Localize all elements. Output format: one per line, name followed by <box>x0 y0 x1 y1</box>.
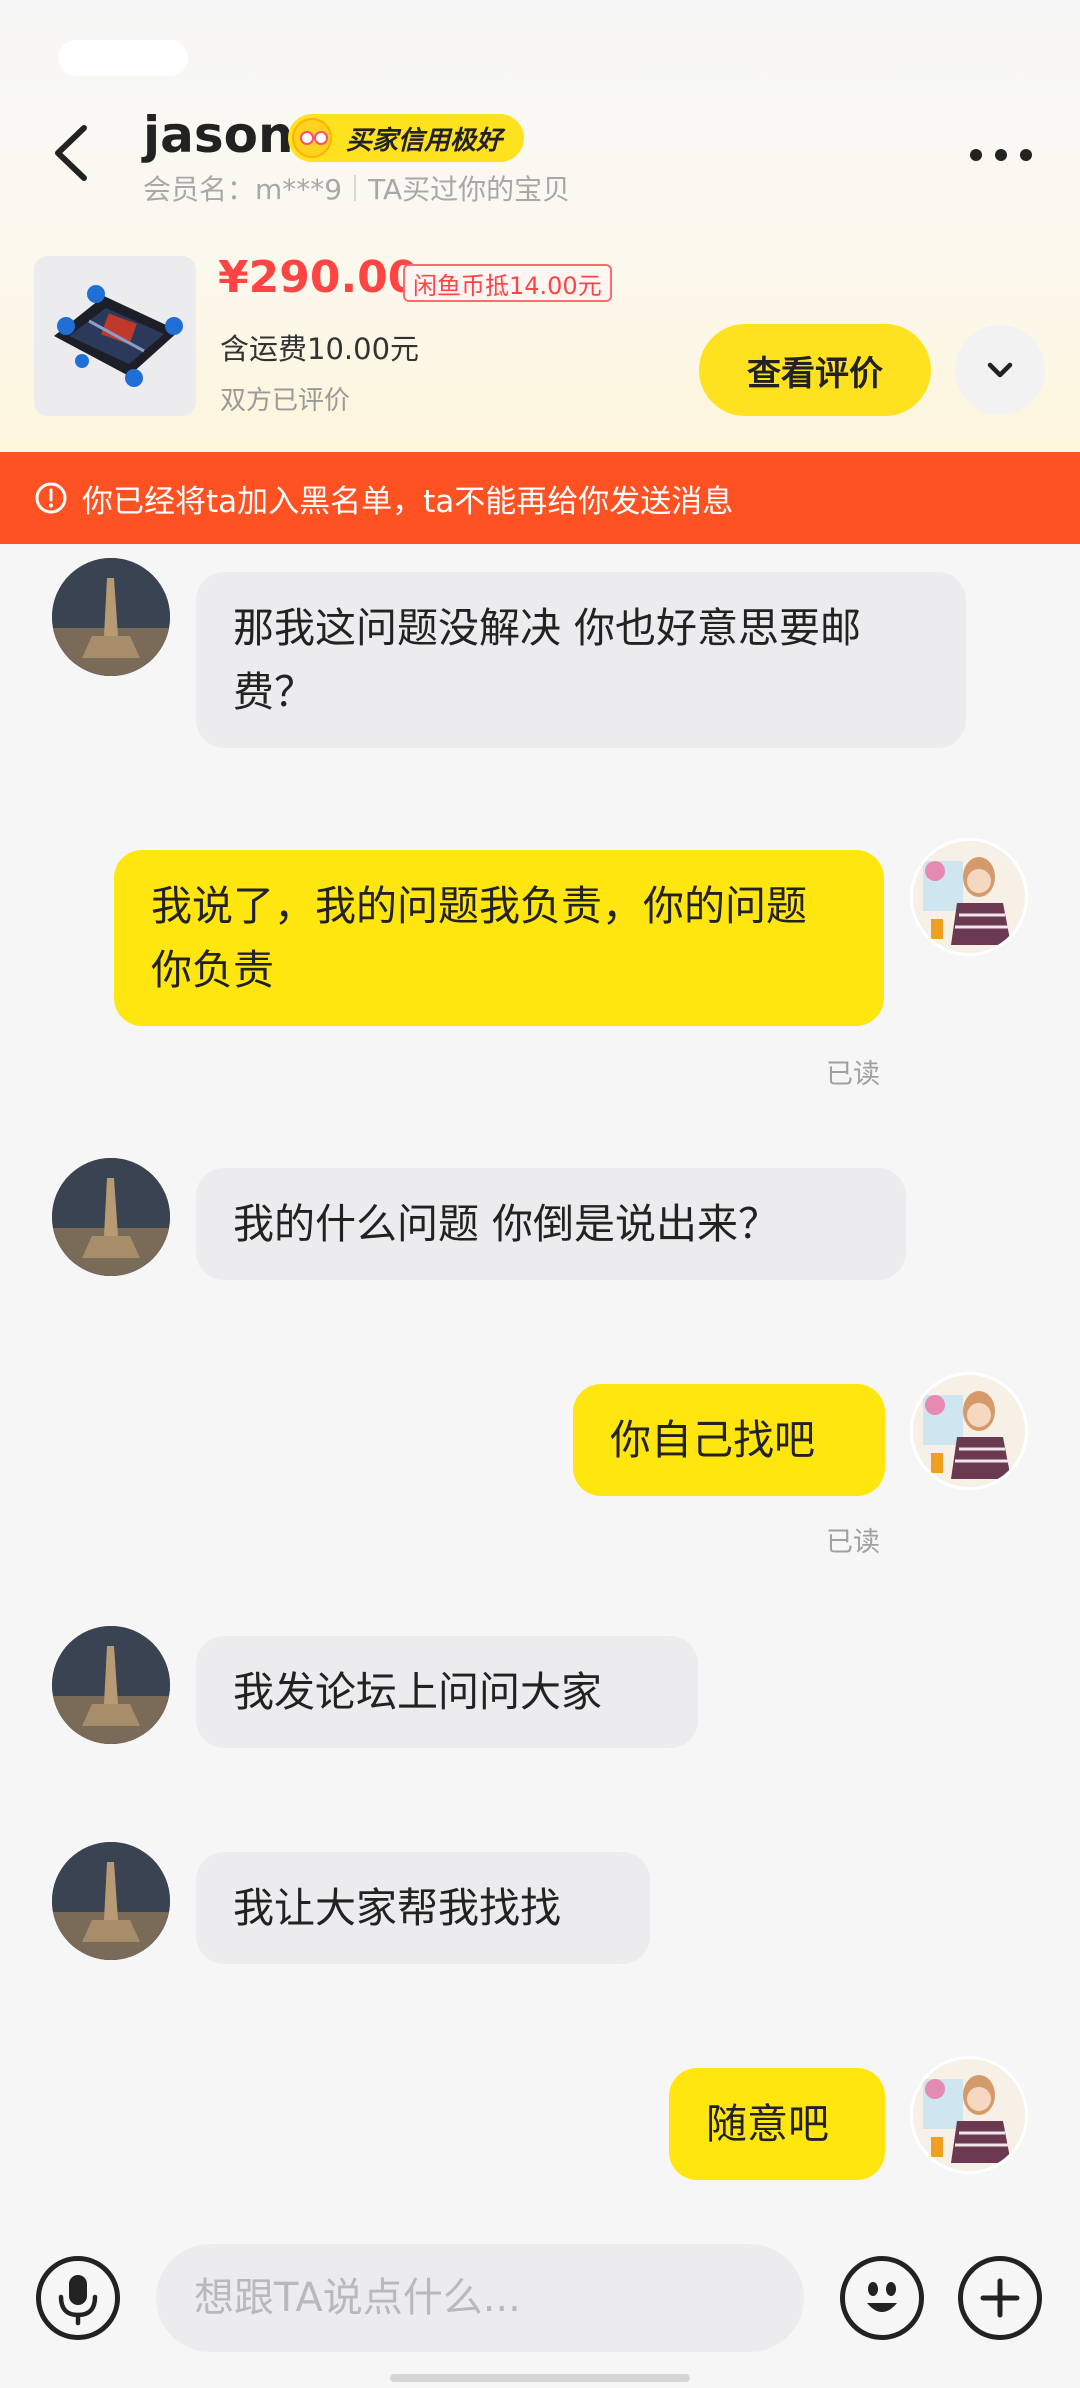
my-avatar-image <box>913 841 1025 953</box>
my-avatar-image <box>913 2059 1025 2171</box>
message-input[interactable] <box>156 2244 804 2352</box>
contact-avatar[interactable] <box>52 1842 170 1960</box>
chevron-down-icon <box>987 362 1013 378</box>
contact-avatar[interactable] <box>52 558 170 676</box>
blacklist-banner: 你已经将ta加入黑名单，ta不能再给你发送消息 <box>0 452 1080 544</box>
credit-emoji-icon <box>292 118 332 158</box>
credit-badge-label: 买家信用极好 <box>346 125 503 156</box>
message-bubble-outgoing[interactable]: 随意吧 <box>669 2068 885 2180</box>
back-button[interactable] <box>44 118 104 188</box>
shipping-fee: 含运费10.00元 <box>220 332 420 366</box>
contact-subline: 会员名：m***9 TA买过你的宝贝 <box>143 168 570 208</box>
more-actions-button[interactable] <box>958 2256 1042 2340</box>
rc-car-image <box>34 256 196 416</box>
member-name: 会员名：m***9 <box>143 173 343 206</box>
input-bar <box>0 2234 1080 2388</box>
back-arrow-icon <box>55 125 87 181</box>
blacklist-banner-text: 你已经将ta加入黑名单，ta不能再给你发送消息 <box>82 483 734 520</box>
credit-badge[interactable]: 买家信用极好 <box>288 114 525 162</box>
read-status: 已读 <box>826 1527 880 1558</box>
contact-nickname[interactable]: jason <box>143 106 294 164</box>
message-bubble-outgoing[interactable]: 我说了，我的问题我负责，你的问题你负责 <box>114 850 884 1026</box>
message-bubble-incoming[interactable]: 我发论坛上问问大家 <box>196 1636 698 1748</box>
purchase-relation: TA买过你的宝贝 <box>368 173 571 206</box>
contact-avatar-image <box>52 1626 170 1744</box>
expand-button[interactable] <box>955 325 1045 415</box>
message-bubble-incoming[interactable]: 我让大家帮我找找 <box>196 1852 650 1964</box>
contact-avatar-image <box>52 1158 170 1276</box>
message-bubble-incoming[interactable]: 我的什么问题 你倒是说出来？ <box>196 1168 906 1280</box>
my-avatar-image <box>913 1375 1025 1487</box>
voice-button[interactable] <box>36 2256 120 2340</box>
review-status: 双方已评价 <box>220 386 351 416</box>
message-bubble-outgoing[interactable]: 你自己找吧 <box>573 1384 885 1496</box>
subline-divider <box>354 175 357 201</box>
read-status: 已读 <box>826 1059 880 1090</box>
emoji-button[interactable] <box>840 2256 924 2340</box>
status-bar-time <box>58 40 188 76</box>
contact-avatar-image <box>52 1842 170 1960</box>
contact-avatar-image <box>52 558 170 676</box>
message-bubble-incoming[interactable]: 那我这问题没解决 你也好意思要邮费？ <box>196 572 966 748</box>
home-indicator <box>390 2374 690 2382</box>
emoji-icon <box>867 2282 897 2312</box>
my-avatar[interactable] <box>910 838 1028 956</box>
product-price: ¥290.00 <box>218 252 419 303</box>
chat-header: jason 买家信用极好 会员名：m***9 TA买过你的宝贝 ¥290.00 … <box>0 0 1080 450</box>
alert-circle-icon <box>35 482 67 514</box>
contact-avatar[interactable] <box>52 1626 170 1744</box>
my-avatar[interactable] <box>910 1372 1028 1490</box>
microphone-icon <box>58 2275 98 2326</box>
more-button[interactable] <box>966 140 1036 170</box>
coin-discount-tag: 闲鱼币抵14.00元 <box>403 264 612 302</box>
product-thumbnail[interactable] <box>34 256 196 416</box>
contact-avatar[interactable] <box>52 1158 170 1276</box>
my-avatar[interactable] <box>910 2056 1028 2174</box>
plus-icon <box>980 2278 1020 2318</box>
more-dots-icon <box>970 149 1032 161</box>
message-list[interactable]: 那我这问题没解决 你也好意思要邮费？ 我说了，我的问题我负责，你的问题你负责 已… <box>0 544 1080 2234</box>
chat-screen: jason 买家信用极好 会员名：m***9 TA买过你的宝贝 ¥290.00 … <box>0 0 1080 2388</box>
view-review-button[interactable]: 查看评价 <box>699 324 931 416</box>
